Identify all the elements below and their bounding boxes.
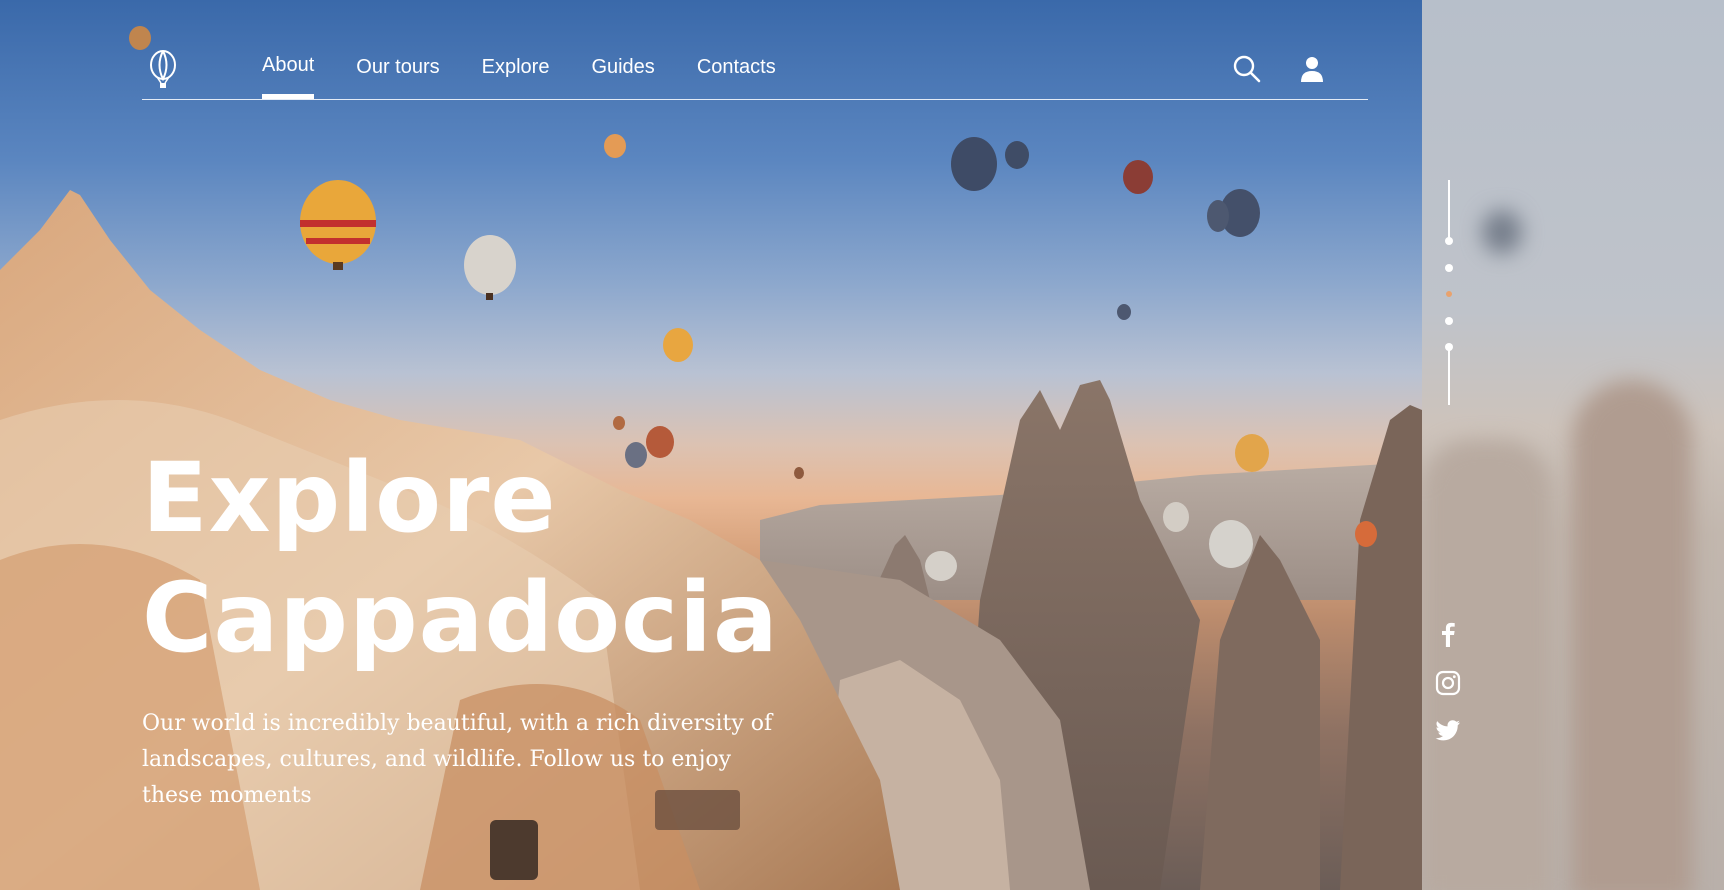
user-icon[interactable] <box>1297 54 1327 84</box>
slide-dot-2-active[interactable] <box>1446 291 1452 297</box>
nav-divider <box>142 99 1368 100</box>
nav-item-our-tours[interactable]: Our tours <box>356 56 439 79</box>
blurred-rock-shape <box>1572 380 1692 890</box>
nav-item-contacts[interactable]: Contacts <box>697 56 776 79</box>
slide-dot-1[interactable] <box>1445 264 1453 272</box>
pagination-line-end-dot <box>1445 237 1453 245</box>
slide-pagination <box>1440 180 1460 410</box>
hero-description: Our world is incredibly beautiful, with … <box>142 711 773 808</box>
blurred-rock-shape <box>1422 440 1552 890</box>
facebook-icon[interactable] <box>1434 620 1462 648</box>
pagination-line-top <box>1448 180 1450 242</box>
hot-air-balloon-icon[interactable] <box>146 50 180 90</box>
twitter-icon[interactable] <box>1434 716 1462 744</box>
nav-item-guides[interactable]: Guides <box>591 56 654 79</box>
nav-item-explore[interactable]: Explore <box>482 56 550 79</box>
hero-title: Explore Cappadocia <box>142 438 779 678</box>
blurred-balloon-shape <box>1482 210 1522 254</box>
pagination-line-bottom <box>1448 347 1450 405</box>
slide-dot-3[interactable] <box>1445 317 1453 325</box>
top-navigation: About Our tours Explore Guides Contacts <box>142 40 1368 100</box>
nav-item-about[interactable]: About <box>262 54 315 99</box>
hero-title-line-1: Explore <box>142 442 557 554</box>
main-menu: About Our tours Explore Guides Contacts <box>262 54 818 99</box>
blurred-side-panel <box>1422 0 1724 890</box>
instagram-icon[interactable] <box>1434 669 1462 697</box>
hero-title-line-2: Cappadocia <box>142 562 779 674</box>
search-icon[interactable] <box>1232 54 1262 84</box>
